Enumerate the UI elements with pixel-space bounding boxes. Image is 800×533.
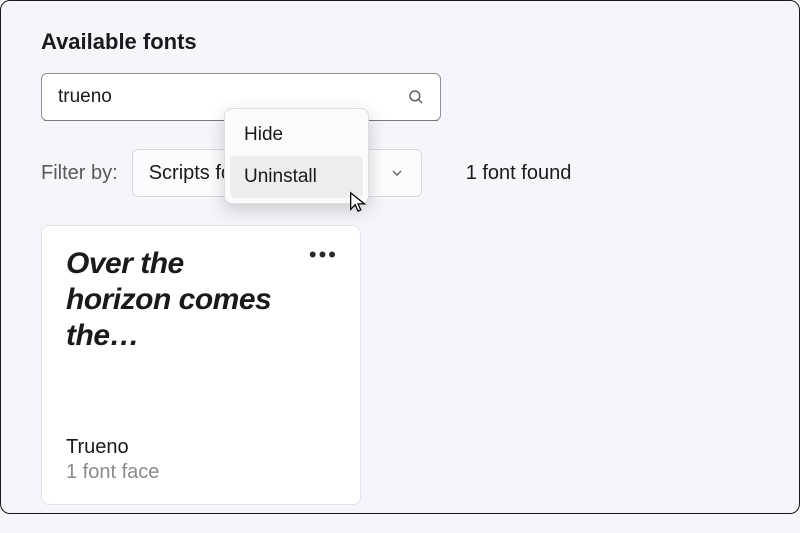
section-heading: Available fonts	[41, 29, 759, 55]
font-preview-text: Over the horizon comes the…	[66, 246, 336, 354]
chevron-down-icon	[389, 165, 405, 181]
filter-label: Filter by:	[41, 162, 118, 185]
more-icon[interactable]: •••	[309, 244, 338, 266]
result-count: 1 font found	[466, 162, 572, 185]
font-name: Trueno	[66, 436, 336, 459]
search-icon[interactable]	[406, 87, 426, 107]
menu-item-hide[interactable]: Hide	[230, 114, 363, 156]
menu-item-uninstall[interactable]: Uninstall	[230, 156, 363, 198]
context-menu: Hide Uninstall	[224, 108, 369, 204]
search-input[interactable]	[56, 85, 406, 109]
font-face-count: 1 font face	[66, 461, 336, 484]
font-card[interactable]: ••• Over the horizon comes the… Trueno 1…	[41, 225, 361, 505]
